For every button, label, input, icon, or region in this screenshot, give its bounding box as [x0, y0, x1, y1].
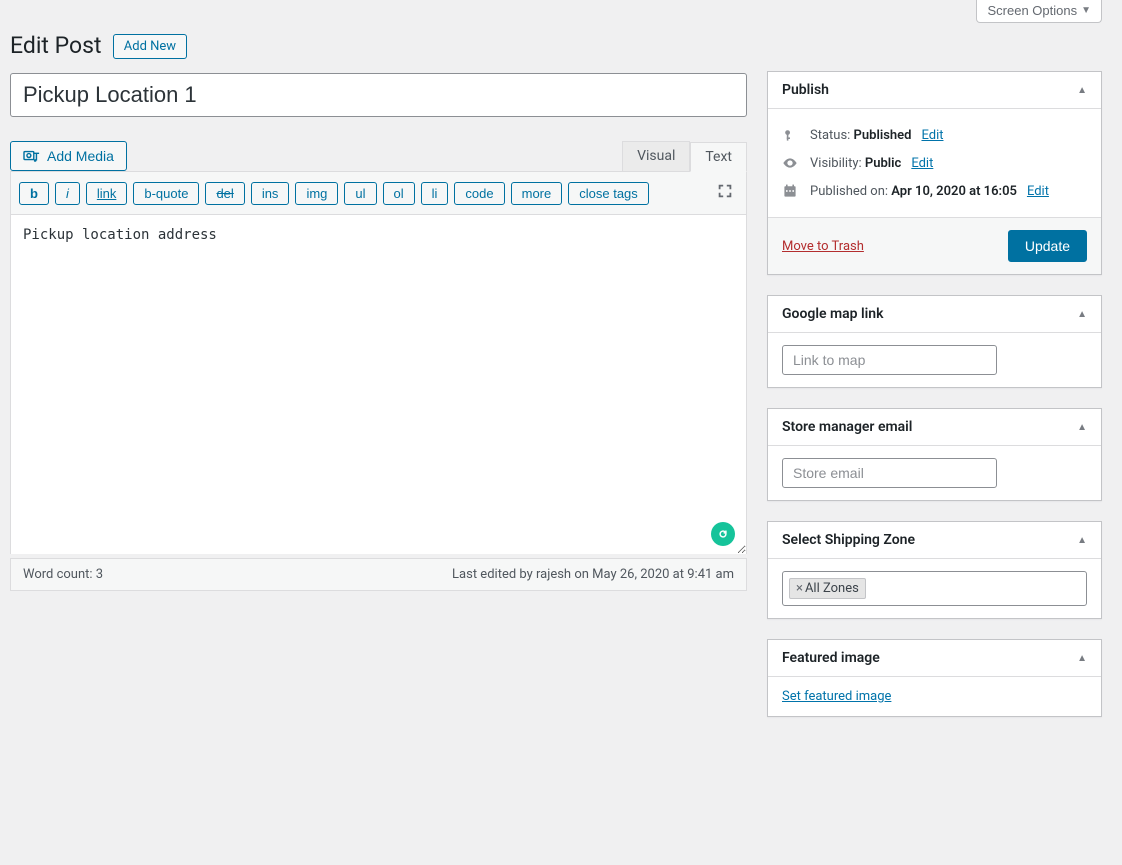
shipping-zone-select[interactable]: × All Zones	[782, 571, 1087, 606]
post-content-textarea[interactable]	[10, 214, 747, 554]
qt-ul[interactable]: ul	[344, 182, 376, 205]
qt-li[interactable]: li	[421, 182, 449, 205]
word-count: Word count: 3	[23, 567, 103, 582]
tab-visual[interactable]: Visual	[622, 141, 690, 171]
qt-bquote[interactable]: b-quote	[133, 182, 199, 205]
qt-ol[interactable]: ol	[383, 182, 415, 205]
publish-metabox: Publish ▲ Status: Published Edit	[767, 71, 1102, 275]
last-edit: Last edited by rajesh on May 26, 2020 at…	[452, 567, 734, 582]
collapse-icon: ▲	[1077, 653, 1087, 664]
visibility-text: Visibility: Public	[810, 156, 901, 171]
add-new-button[interactable]: Add New	[113, 34, 187, 59]
qt-img[interactable]: img	[295, 182, 338, 205]
screen-options-button[interactable]: Screen Options ▼	[976, 0, 1102, 23]
qt-del[interactable]: del	[205, 182, 244, 205]
shipping-zone-metabox: Select Shipping Zone ▲ × All Zones	[767, 521, 1102, 619]
calendar-icon	[782, 183, 800, 199]
shipping-zone-title: Select Shipping Zone	[782, 532, 915, 548]
eye-icon	[782, 155, 800, 171]
gmap-header[interactable]: Google map link ▲	[768, 296, 1101, 333]
publish-title: Publish	[782, 82, 829, 98]
camera-music-icon	[23, 148, 41, 164]
gmap-link-input[interactable]	[782, 345, 997, 375]
screen-options-label: Screen Options	[987, 3, 1077, 18]
gmap-title: Google map link	[782, 306, 884, 322]
gmap-metabox: Google map link ▲	[767, 295, 1102, 388]
qt-bold[interactable]: b	[19, 182, 49, 205]
chevron-down-icon: ▼	[1081, 5, 1091, 16]
featured-image-title: Featured image	[782, 650, 880, 666]
status-text: Status: Published	[810, 128, 911, 143]
edit-status-link[interactable]: Edit	[921, 128, 943, 143]
qt-italic[interactable]: i	[55, 182, 80, 205]
fullscreen-icon[interactable]	[712, 178, 738, 208]
featured-image-header[interactable]: Featured image ▲	[768, 640, 1101, 677]
featured-image-metabox: Featured image ▲ Set featured image	[767, 639, 1102, 717]
qt-close-tags[interactable]: close tags	[568, 182, 649, 205]
qt-more[interactable]: more	[511, 182, 563, 205]
qt-link[interactable]: link	[86, 182, 128, 205]
edit-date-link[interactable]: Edit	[1027, 184, 1049, 199]
store-email-title: Store manager email	[782, 419, 912, 435]
add-media-button[interactable]: Add Media	[10, 141, 127, 171]
grammarly-icon[interactable]	[711, 522, 735, 546]
post-title-input[interactable]	[10, 73, 747, 117]
page-title: Edit Post	[10, 23, 102, 63]
editor-statusbar: Word count: 3 Last edited by rajesh on M…	[10, 558, 747, 591]
collapse-icon: ▲	[1077, 535, 1087, 546]
collapse-icon: ▲	[1077, 309, 1087, 320]
published-on-text: Published on: Apr 10, 2020 at 16:05	[810, 184, 1017, 199]
key-icon	[782, 127, 800, 143]
qt-code[interactable]: code	[454, 182, 504, 205]
add-media-label: Add Media	[47, 148, 114, 164]
shipping-zone-tag-label: All Zones	[805, 581, 859, 596]
store-email-header[interactable]: Store manager email ▲	[768, 409, 1101, 446]
collapse-icon: ▲	[1077, 422, 1087, 433]
store-email-metabox: Store manager email ▲	[767, 408, 1102, 501]
store-email-input[interactable]	[782, 458, 997, 488]
update-button[interactable]: Update	[1008, 230, 1087, 262]
remove-tag-icon[interactable]: ×	[796, 581, 803, 596]
edit-visibility-link[interactable]: Edit	[911, 156, 933, 171]
move-to-trash-link[interactable]: Move to Trash	[782, 239, 864, 254]
set-featured-image-link[interactable]: Set featured image	[782, 689, 891, 704]
shipping-zone-header[interactable]: Select Shipping Zone ▲	[768, 522, 1101, 559]
qt-ins[interactable]: ins	[251, 182, 290, 205]
collapse-icon: ▲	[1077, 85, 1087, 96]
publish-header[interactable]: Publish ▲	[768, 72, 1101, 109]
quicktags-toolbar: b i link b-quote del ins img ul ol li co…	[10, 171, 747, 214]
tab-text[interactable]: Text	[690, 142, 747, 172]
shipping-zone-tag: × All Zones	[789, 578, 866, 599]
